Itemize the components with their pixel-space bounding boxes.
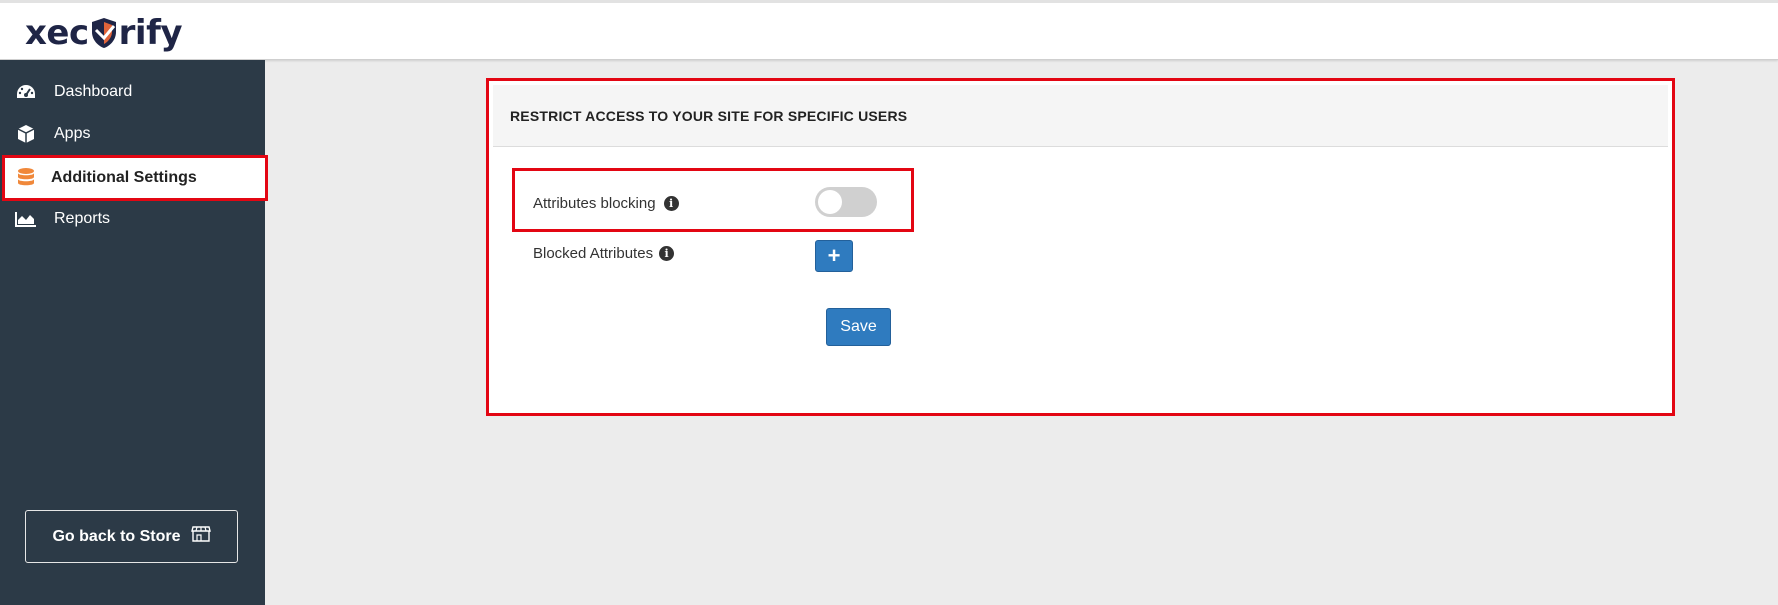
sidebar-item-label: Apps	[54, 125, 91, 142]
shield-logo-icon	[91, 18, 116, 48]
sidebar-item-label: Reports	[54, 210, 111, 227]
top-bar: xec rify	[0, 0, 1778, 60]
go-back-to-store-button[interactable]: Go back to Store	[25, 510, 238, 563]
cube-icon	[14, 124, 38, 144]
logo-text-left: xec	[25, 13, 89, 53]
xecurify-logo[interactable]: xec rify	[25, 13, 183, 53]
blocked-attributes-row: Blocked Attributes i	[533, 245, 675, 262]
sidebar-item-label: Dashboard	[54, 83, 133, 100]
area-chart-icon	[14, 209, 38, 229]
attributes-blocking-label: Attributes blocking	[533, 195, 656, 212]
toggle-knob	[818, 190, 842, 214]
panel-title: RESTRICT ACCESS TO YOUR SITE FOR SPECIFI…	[493, 85, 1668, 147]
blocked-attributes-label: Blocked Attributes	[533, 245, 654, 262]
speedometer-icon	[14, 82, 38, 102]
sidebar-item-label: Additional Settings	[51, 169, 197, 186]
attributes-blocking-toggle[interactable]	[815, 187, 877, 217]
sidebar-item-reports[interactable]: Reports	[0, 198, 265, 240]
save-button[interactable]: Save	[826, 308, 891, 346]
sidebar: Dashboard Apps Additional Settings Repor…	[0, 60, 268, 605]
store-button-label: Go back to Store	[52, 527, 181, 545]
plus-icon: +	[827, 243, 841, 268]
logo-text-right: rify	[118, 13, 183, 53]
sidebar-item-additional-settings[interactable]: Additional Settings	[2, 155, 268, 201]
add-blocked-attribute-button[interactable]: +	[815, 240, 853, 272]
info-icon[interactable]: i	[663, 196, 679, 211]
info-icon[interactable]: i	[659, 246, 675, 261]
sidebar-item-apps[interactable]: Apps	[0, 113, 265, 155]
attributes-blocking-row: Attributes blocking i	[533, 195, 679, 212]
sidebar-item-dashboard[interactable]: Dashboard	[0, 71, 265, 113]
database-icon	[14, 168, 38, 188]
store-icon	[190, 525, 211, 548]
